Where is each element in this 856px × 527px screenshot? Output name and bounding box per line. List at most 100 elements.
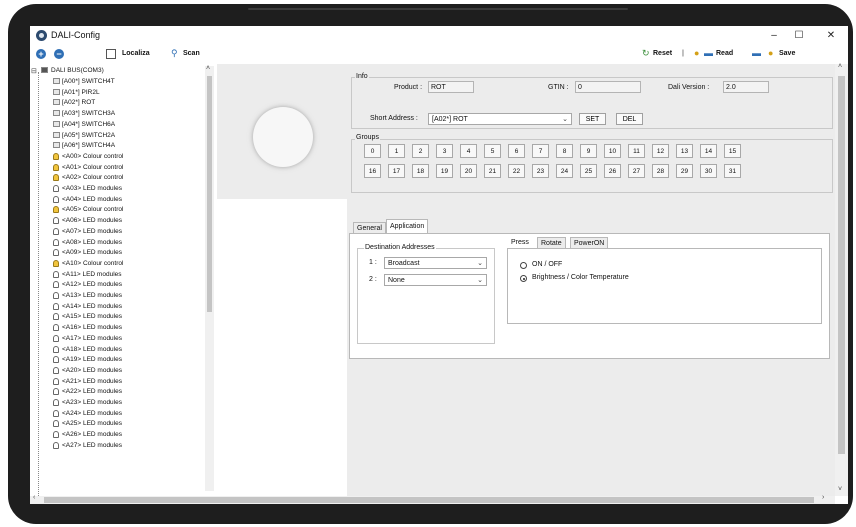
group-button[interactable]: 7: [532, 144, 549, 158]
group-button[interactable]: 0: [364, 144, 381, 158]
tree-item[interactable]: <A11> LED modules: [62, 269, 122, 280]
group-button[interactable]: 26: [604, 164, 621, 178]
tree-item[interactable]: [A02*] ROT: [62, 97, 95, 108]
brightness-label[interactable]: Brightness / Color Temperature: [532, 274, 629, 281]
main-scrollbar[interactable]: ˄ ˅: [835, 63, 848, 496]
group-button[interactable]: 8: [556, 144, 573, 158]
group-button[interactable]: 21: [484, 164, 501, 178]
tree-item[interactable]: <A09> LED modules: [62, 247, 122, 258]
short-address-select[interactable]: [A02*] ROT ⌄: [428, 113, 572, 125]
maximize-button[interactable]: ☐: [788, 28, 810, 44]
group-button[interactable]: 17: [388, 164, 405, 178]
tree-item[interactable]: <A01> Colour control: [62, 162, 123, 173]
set-button[interactable]: SET: [579, 113, 606, 125]
group-button[interactable]: 20: [460, 164, 477, 178]
read-button[interactable]: Read: [716, 50, 733, 57]
tab-press[interactable]: Press: [507, 236, 533, 248]
tree-collapse-icon[interactable]: ⊟: [31, 67, 37, 75]
group-button[interactable]: 5: [484, 144, 501, 158]
scroll-left-icon[interactable]: ‹: [33, 494, 35, 501]
brightness-radio[interactable]: [520, 275, 527, 282]
tree-item[interactable]: <A14> LED modules: [62, 301, 122, 312]
group-button[interactable]: 31: [724, 164, 741, 178]
remove-icon[interactable]: −: [54, 49, 64, 59]
minimize-button[interactable]: –: [763, 28, 785, 44]
group-button[interactable]: 9: [580, 144, 597, 158]
group-button[interactable]: 19: [436, 164, 453, 178]
scroll-down-icon[interactable]: ˅: [838, 486, 842, 493]
scan-button[interactable]: Scan: [183, 50, 200, 57]
destination-select-2[interactable]: None ⌄: [384, 274, 487, 286]
del-button[interactable]: DEL: [616, 113, 643, 125]
tree-item[interactable]: <A00> Colour control: [62, 151, 123, 162]
tree-item[interactable]: <A18> LED modules: [62, 344, 122, 355]
group-button[interactable]: 15: [724, 144, 741, 158]
tree-item[interactable]: <A27> LED modules: [62, 440, 122, 451]
group-button[interactable]: 24: [556, 164, 573, 178]
tree-root[interactable]: DALI BUS(COM3): [51, 65, 104, 76]
tree-item[interactable]: [A06*] SWITCH4A: [62, 140, 115, 151]
group-button[interactable]: 22: [508, 164, 525, 178]
tree-item[interactable]: <A03> LED modules: [62, 183, 122, 194]
group-button[interactable]: 13: [676, 144, 693, 158]
tree-item[interactable]: <A17> LED modules: [62, 333, 122, 344]
scroll-up-icon[interactable]: ˄: [206, 65, 210, 72]
tree-item[interactable]: <A22> LED modules: [62, 386, 122, 397]
tree-item[interactable]: <A15> LED modules: [62, 311, 122, 322]
on-off-radio[interactable]: [520, 262, 527, 269]
group-button[interactable]: 23: [532, 164, 549, 178]
tab-application[interactable]: Application: [386, 219, 429, 234]
group-button[interactable]: 25: [580, 164, 597, 178]
add-icon[interactable]: +: [36, 49, 46, 59]
tree-item[interactable]: <A26> LED modules: [62, 429, 122, 440]
tree-item[interactable]: <A10> Colour control: [62, 258, 123, 269]
tree-scrollbar[interactable]: ˄: [205, 65, 214, 491]
tree-item[interactable]: <A21> LED modules: [62, 376, 122, 387]
group-button[interactable]: 10: [604, 144, 621, 158]
tree-item[interactable]: <A16> LED modules: [62, 322, 122, 333]
tree-item[interactable]: <A07> LED modules: [62, 226, 122, 237]
tree-item[interactable]: [A04*] SWITCH6A: [62, 119, 115, 130]
search-icon[interactable]: ⚲: [171, 48, 178, 59]
tree-item[interactable]: <A06> LED modules: [62, 215, 122, 226]
tree-item[interactable]: <A12> LED modules: [62, 279, 122, 290]
group-button[interactable]: 18: [412, 164, 429, 178]
group-button[interactable]: 11: [628, 144, 645, 158]
destination-select-1[interactable]: Broadcast ⌄: [384, 257, 487, 269]
close-button[interactable]: ✕: [820, 28, 842, 44]
scroll-up-icon[interactable]: ˄: [838, 63, 842, 70]
tree-item[interactable]: [A01*] PIR2L: [62, 87, 100, 98]
tree-item[interactable]: <A04> LED modules: [62, 194, 122, 205]
tree-item[interactable]: [A05*] SWITCH2A: [62, 130, 115, 141]
tree-item[interactable]: <A25> LED modules: [62, 418, 122, 429]
tree-item[interactable]: <A02> Colour control: [62, 172, 123, 183]
group-button[interactable]: 16: [364, 164, 381, 178]
tree-item[interactable]: [A03*] SWITCH3A: [62, 108, 115, 119]
tree-item[interactable]: <A05> Colour control: [62, 204, 123, 215]
refresh-icon[interactable]: ↻: [642, 48, 650, 59]
group-button[interactable]: 27: [628, 164, 645, 178]
horizontal-scroll-thumb[interactable]: [44, 497, 814, 503]
scroll-right-icon[interactable]: ›: [822, 494, 824, 501]
tree-item[interactable]: <A23> LED modules: [62, 397, 122, 408]
group-button[interactable]: 1: [388, 144, 405, 158]
tree-item[interactable]: <A20> LED modules: [62, 365, 122, 376]
group-button[interactable]: 6: [508, 144, 525, 158]
tree-item[interactable]: <A13> LED modules: [62, 290, 122, 301]
tree-scroll-thumb[interactable]: [207, 76, 212, 312]
group-button[interactable]: 2: [412, 144, 429, 158]
group-button[interactable]: 14: [700, 144, 717, 158]
group-button[interactable]: 12: [652, 144, 669, 158]
group-button[interactable]: 30: [700, 164, 717, 178]
group-button[interactable]: 28: [652, 164, 669, 178]
on-off-label[interactable]: ON / OFF: [532, 261, 562, 268]
group-button[interactable]: 3: [436, 144, 453, 158]
main-scroll-thumb[interactable]: [838, 76, 845, 454]
reset-button[interactable]: Reset: [653, 50, 672, 57]
save-button[interactable]: Save: [779, 50, 795, 57]
group-button[interactable]: 29: [676, 164, 693, 178]
localiza-checkbox[interactable]: [106, 49, 116, 59]
horizontal-scrollbar[interactable]: ‹ ›: [30, 494, 835, 504]
group-button[interactable]: 4: [460, 144, 477, 158]
tree-item[interactable]: [A00*] SWITCH4T: [62, 76, 115, 87]
